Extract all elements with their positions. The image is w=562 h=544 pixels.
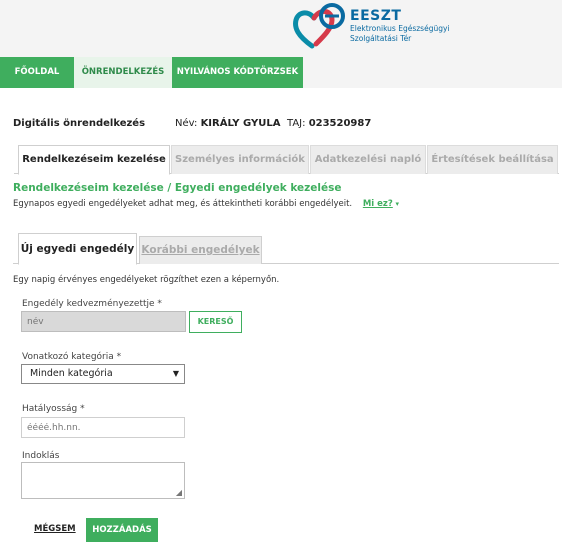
validity-label: Hatályosság * — [22, 404, 85, 414]
search-button[interactable]: KERESŐ — [189, 311, 242, 333]
nav-item-home[interactable]: FŐOLDAL — [0, 57, 74, 88]
brand-subtitle-line1: Elektronikus Egészségügyi — [350, 24, 450, 33]
tab-new-permission[interactable]: Új egyedi engedély — [18, 233, 137, 265]
chevron-down-icon: ▾ — [395, 200, 400, 208]
tab-previous-permissions[interactable]: Korábbi engedélyek — [139, 236, 262, 264]
tab-notification-settings[interactable]: Értesítések beállítása — [427, 145, 558, 174]
category-label: Vonatkozó kategória * — [22, 352, 122, 362]
reason-label: Indoklás — [22, 451, 60, 461]
brand-subtitle-line2: Szolgáltatási Tér — [350, 34, 412, 43]
reason-textarea[interactable]: ◢ — [21, 462, 185, 499]
name-label: Név: — [175, 118, 198, 129]
header: EESZT Elektronikus Egészségügyi Szolgált… — [0, 0, 562, 57]
validity-date-input[interactable] — [21, 417, 185, 438]
main-nav: FŐOLDAL ÖNRENDELKEZÉS NYILVÁNOS KÓDTÖRZS… — [0, 57, 562, 88]
resize-grip-icon[interactable]: ◢ — [176, 489, 182, 497]
category-select-value: Minden kategória — [30, 368, 113, 379]
eeszt-logo[interactable]: EESZT Elektronikus Egészségügyi Szolgált… — [292, 2, 462, 54]
category-select[interactable]: Minden kategória ▼ — [21, 364, 185, 384]
patient-taj: TAJ: 023520987 — [287, 118, 371, 129]
taj-value: 023520987 — [308, 118, 372, 129]
tab-data-log[interactable]: Adatkezelési napló — [310, 145, 426, 174]
nav-item-public-code-tables[interactable]: NYILVÁNOS KÓDTÖRZSEK — [172, 57, 303, 88]
name-value: KIRÁLY GYULA — [200, 118, 281, 129]
section-description-text: Egynapos egyedi engedélyeket adhat meg, … — [13, 199, 353, 209]
eeszt-heart-logo-icon — [293, 3, 345, 49]
section-title: Rendelkezéseim kezelése / Egyedi engedél… — [13, 182, 342, 194]
add-button[interactable]: HOZZÁADÁS — [86, 518, 158, 542]
beneficiary-label: Engedély kedvezményezettje * — [22, 299, 162, 309]
patient-name: Név: KIRÁLY GYULA — [175, 118, 280, 129]
form-info-text: Egy napig érvényes engedélyeket rögzíthe… — [13, 275, 280, 285]
page-title: Digitális önrendelkezés — [13, 118, 146, 129]
section-description: Egynapos egyedi engedélyeket adhat meg, … — [13, 199, 399, 209]
brand-title: EESZT — [350, 8, 402, 24]
help-link[interactable]: Mi ez? — [363, 199, 393, 209]
nav-empty-area — [303, 57, 562, 88]
tab-personal-info[interactable]: Személyes információk — [171, 145, 309, 174]
dropdown-arrow-icon: ▼ — [172, 369, 179, 378]
cancel-button[interactable]: MÉGSEM — [34, 524, 76, 534]
taj-label: TAJ: — [287, 118, 306, 129]
nav-item-self-determination[interactable]: ÖNRENDELKEZÉS — [74, 57, 172, 88]
beneficiary-name-input[interactable] — [21, 311, 186, 332]
tab-my-provisions[interactable]: Rendelkezéseim kezelése — [18, 145, 170, 175]
